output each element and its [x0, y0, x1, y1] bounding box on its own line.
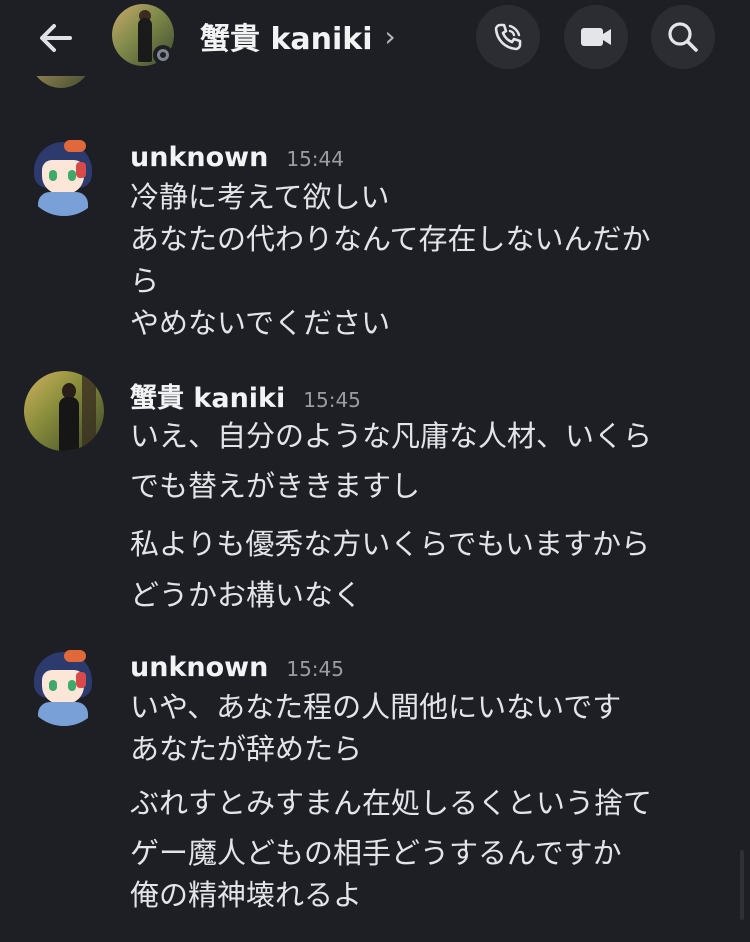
scrollbar-thumb[interactable]: [740, 850, 744, 920]
message-author[interactable]: unknown: [130, 652, 268, 683]
message-line: ぶれすとみすまん在処しるくという捨て: [130, 786, 653, 820]
message-timestamp: 15:45: [303, 388, 361, 412]
message-timestamp: 15:45: [286, 657, 344, 681]
message-header: unknown 15:45: [130, 652, 344, 683]
user-avatar[interactable]: [24, 136, 104, 216]
message-line: いや、あなた程の人間他にいないです: [130, 690, 622, 724]
search-button[interactable]: [651, 5, 715, 69]
message-header: unknown 15:44: [130, 142, 344, 173]
message-body: 冷静に考えて欲しい あなたの代わりなんて存在しないんだか ら やめないでください: [130, 176, 720, 344]
message-line: どうかお構いなく: [130, 578, 363, 612]
chevron-right-icon: ›: [384, 19, 396, 53]
chat-header: 蟹貴 kaniki ›: [0, 0, 750, 76]
user-avatar[interactable]: [24, 646, 104, 726]
chat-screen: 蟹貴 kaniki › unknown 15:44 冷静に考えて欲しい あなたの…: [0, 0, 750, 942]
voice-call-button[interactable]: [476, 5, 540, 69]
message-body: いや、あなた程の人間他にいないです あなたが辞めたら ぶれすとみすまん在処しるく…: [130, 686, 720, 916]
message-line: あなたが辞めたら: [130, 732, 363, 766]
message-header: 蟹貴 kaniki 15:45: [130, 376, 361, 415]
message-line: いえ、自分のような凡庸な人材、いくら: [130, 419, 653, 453]
message-line: 私よりも優秀な方いくらでもいますから: [130, 527, 650, 561]
message-timestamp: 15:44: [286, 147, 344, 171]
message-line: 冷静に考えて欲しい: [130, 180, 390, 214]
back-button[interactable]: [30, 12, 82, 64]
arrow-left-icon: [40, 24, 72, 52]
message-line: やめないでください: [130, 306, 391, 340]
message-author[interactable]: 蟹貴 kaniki: [130, 376, 285, 415]
offline-status-icon: [153, 45, 173, 65]
message-line: 俺の精神壊れるよ: [130, 878, 363, 912]
channel-title[interactable]: 蟹貴 kaniki ›: [200, 14, 396, 58]
message-line: ら: [130, 264, 160, 298]
message-line: ゲー魔人どもの相手どうするんですか: [130, 836, 622, 870]
channel-title-text: 蟹貴 kaniki: [200, 22, 373, 57]
user-avatar[interactable]: [24, 371, 104, 451]
message-line: でも替えがききますし: [130, 469, 421, 503]
phone-call-icon: [494, 23, 522, 51]
search-icon: [668, 22, 698, 52]
message-line: あなたの代わりなんて存在しないんだか: [130, 222, 651, 256]
message-body: いえ、自分のような凡庸な人材、いくら でも替えがききますし 私よりも優秀な方いく…: [130, 411, 720, 621]
message-author[interactable]: unknown: [130, 142, 268, 173]
video-camera-icon: [581, 28, 611, 46]
video-call-button[interactable]: [564, 5, 628, 69]
